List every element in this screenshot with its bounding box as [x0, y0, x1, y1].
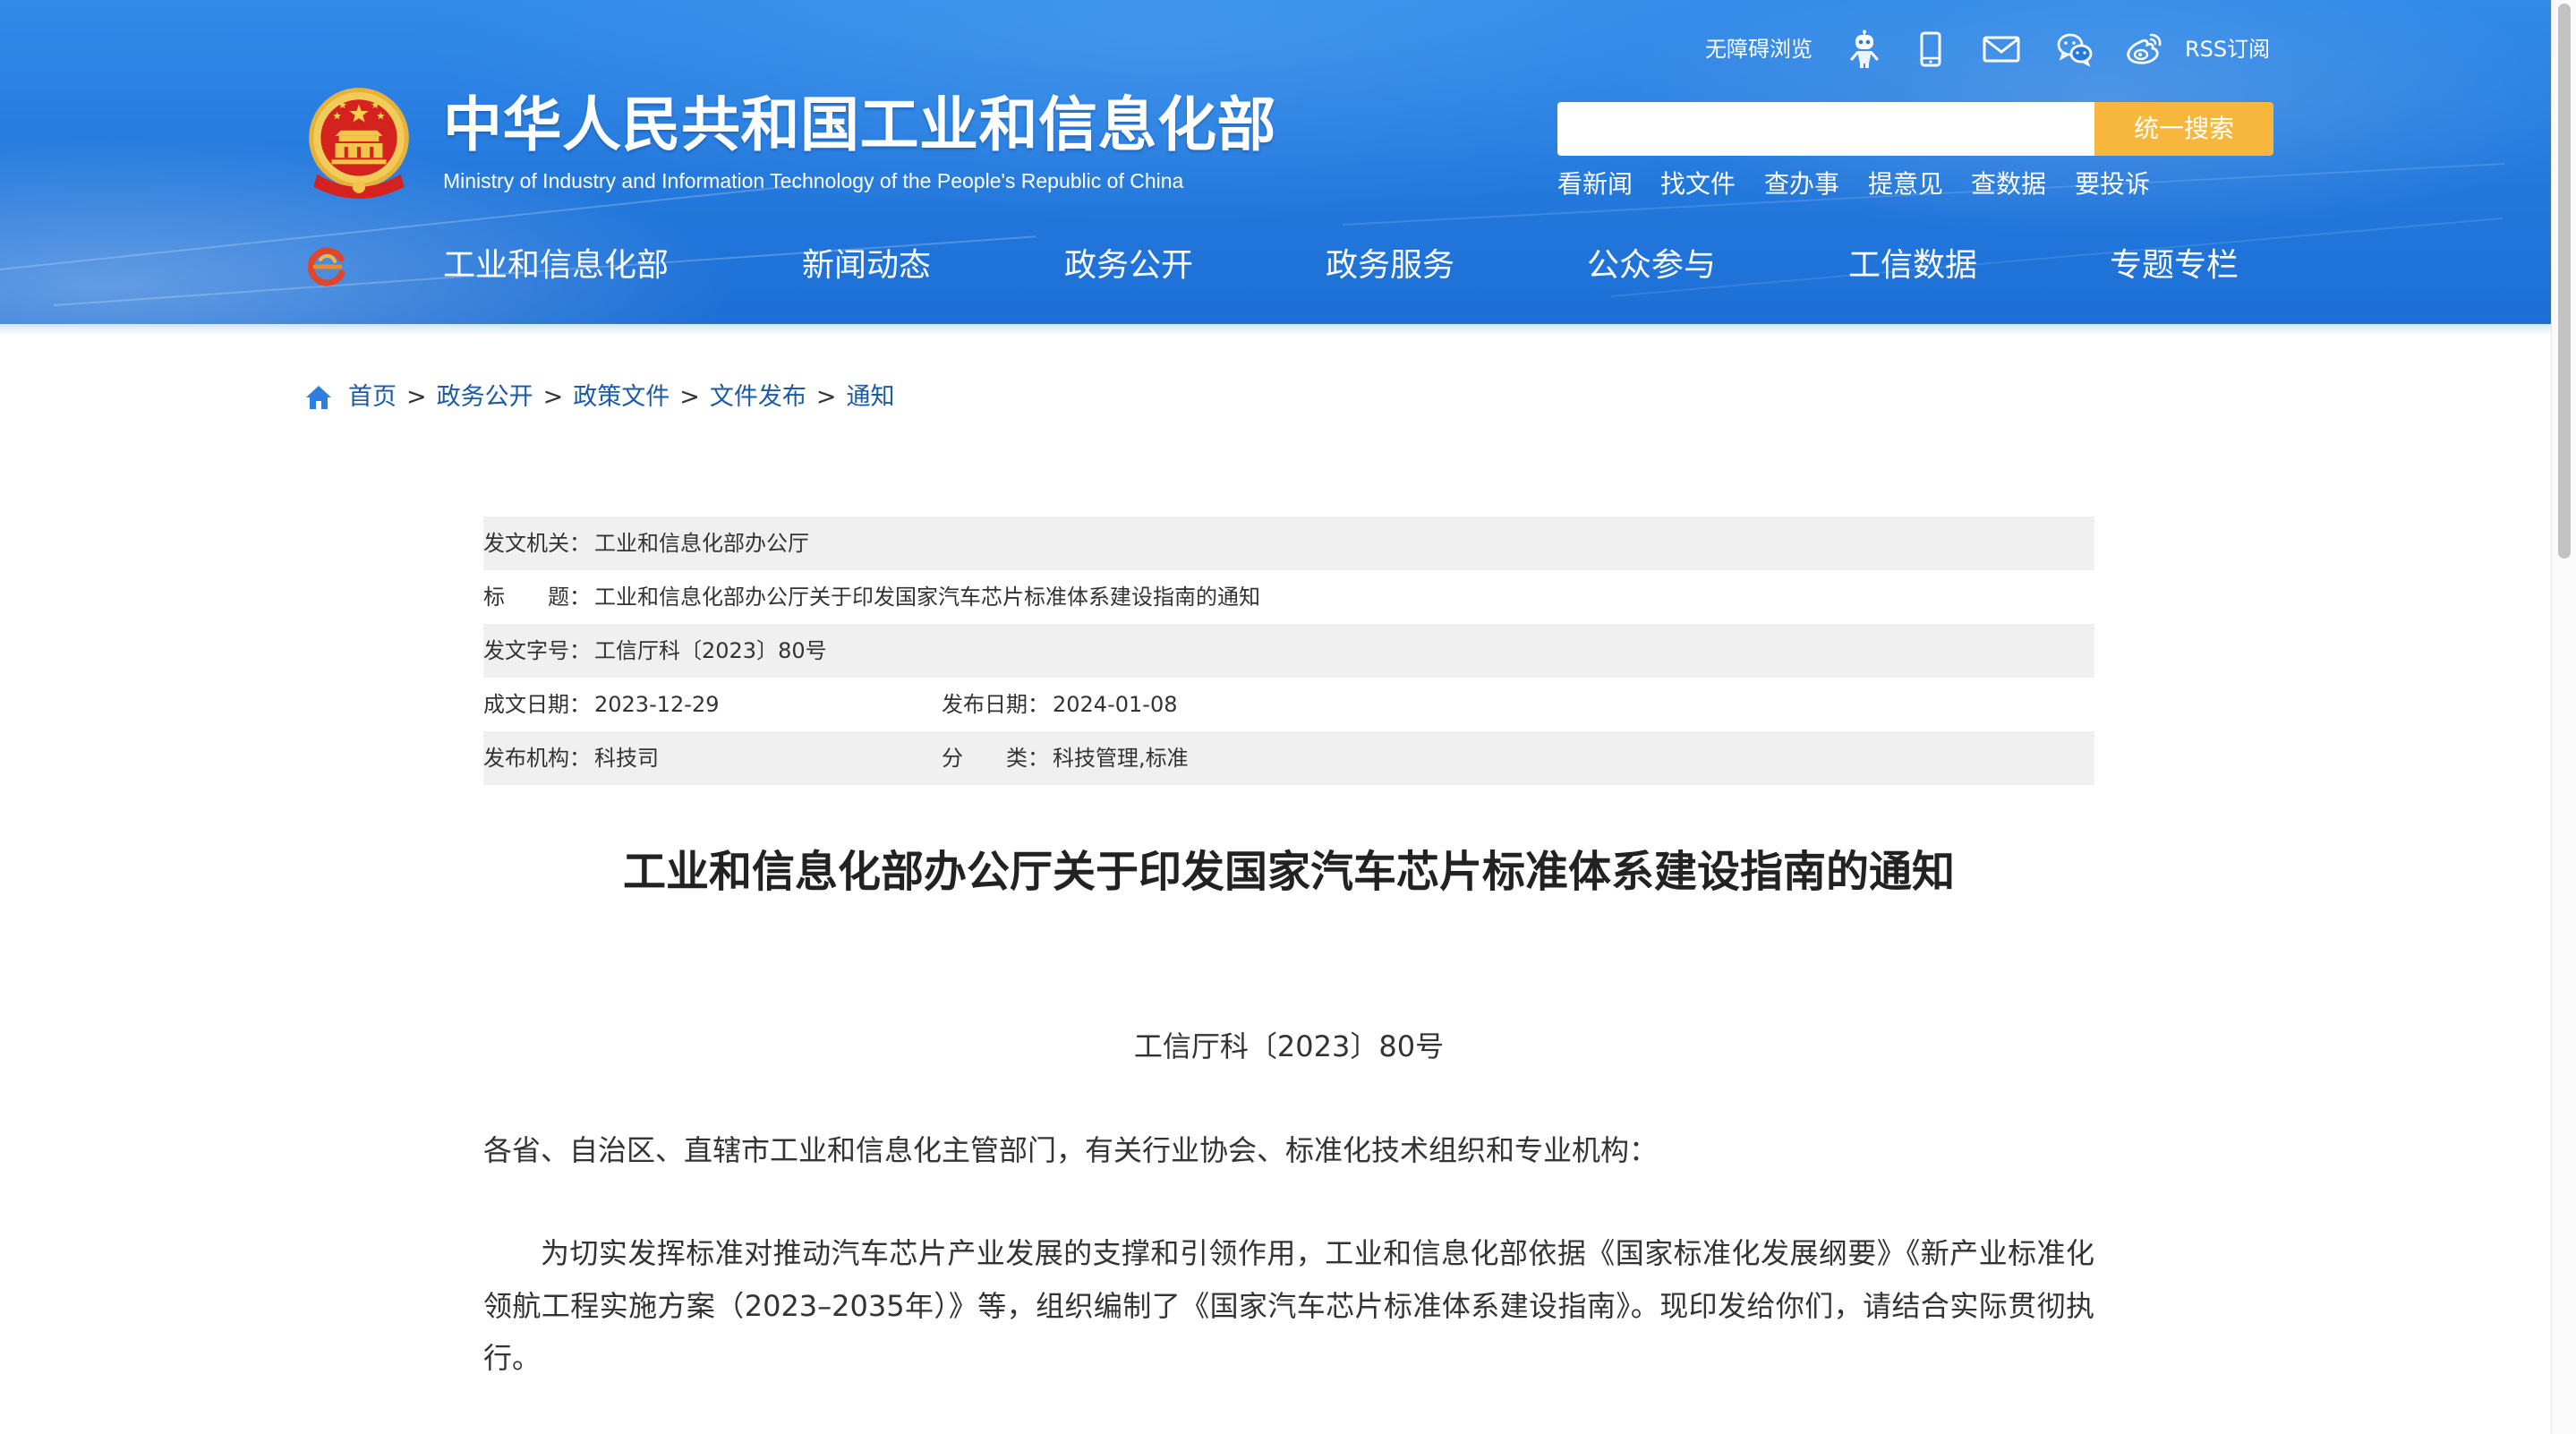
nav-item-news[interactable]: 新闻动态	[802, 246, 931, 286]
page-scrollbar[interactable]	[2551, 0, 2576, 1434]
nav-item-gov-affairs[interactable]: 政务公开	[1064, 246, 1193, 286]
article-salutation: 各省、自治区、直辖市工业和信息化主管部门，有关行业协会、标准化技术组织和专业机构…	[483, 1133, 1659, 1167]
mobile-svg	[1920, 31, 1941, 67]
meta-label: 分 类：	[942, 746, 1049, 771]
document-meta-table: 发文机关： 工业和信息化部办公厅 标 题： 工业和信息化部办公厅关于印发国家汽车…	[483, 516, 2094, 785]
accessibility-link[interactable]: 无障碍浏览	[1705, 34, 1813, 64]
breadcrumb-separator: >	[406, 383, 427, 411]
national-emblem-svg	[309, 88, 409, 199]
meta-row-doc-number: 发文字号： 工信厅科〔2023〕80号	[483, 624, 2094, 678]
quick-link-complaint[interactable]: 要投诉	[2075, 168, 2150, 201]
weibo-svg	[2127, 33, 2162, 64]
breadcrumb-file-release[interactable]: 文件发布	[710, 380, 806, 415]
wechat-svg	[2057, 33, 2093, 67]
meta-value-publish-date: 2024-01-08	[1053, 692, 1178, 717]
meta-label: 发文字号：	[483, 638, 591, 663]
meta-label: 发布机构：	[483, 746, 591, 771]
site-title[interactable]: 中华人民共和国工业和信息化部	[443, 90, 1276, 161]
meta-row-title: 标 题： 工业和信息化部办公厅关于印发国家汽车芯片标准体系建设指南的通知	[483, 570, 2094, 624]
search-button[interactable]: 统一搜索	[2094, 102, 2273, 156]
meta-label: 成文日期：	[483, 692, 591, 717]
quick-link-news[interactable]: 看新闻	[1557, 168, 1633, 201]
meta-label: 发文机关：	[483, 531, 591, 556]
nav-item-public-participation[interactable]: 公众参与	[1587, 246, 1716, 286]
header-decoration	[1610, 217, 2503, 297]
meta-row-publisher: 发布机构： 科技司 分 类： 科技管理,标准	[483, 731, 2094, 785]
breadcrumb-notice[interactable]: 通知	[847, 380, 895, 415]
nav-item-data[interactable]: 工信数据	[1848, 246, 1977, 286]
meta-value-doc-number: 工信厅科〔2023〕80号	[594, 638, 827, 663]
nav-item-special-topics[interactable]: 专题专栏	[2110, 246, 2239, 286]
nav-logo-icon[interactable]	[304, 243, 349, 288]
breadcrumb-policy-files[interactable]: 政策文件	[573, 380, 670, 415]
mail-icon[interactable]	[1982, 30, 2021, 69]
quick-link-services[interactable]: 查办事	[1764, 168, 1839, 201]
quick-link-data[interactable]: 查数据	[1971, 168, 2046, 201]
nav-logo-svg	[307, 247, 345, 286]
site-subtitle: Ministry of Industry and Information Tec…	[443, 169, 1184, 192]
rss-link[interactable]: RSS订阅	[2185, 34, 2270, 64]
home-icon[interactable]	[304, 383, 333, 412]
nav-item-ministry[interactable]: 工业和信息化部	[443, 246, 669, 286]
breadcrumb-separator: >	[542, 383, 564, 411]
header-divider	[0, 324, 2551, 337]
meta-value-title: 工业和信息化部办公厅关于印发国家汽车芯片标准体系建设指南的通知	[594, 585, 1260, 610]
mobile-icon[interactable]	[1911, 30, 1950, 69]
nav-item-gov-services[interactable]: 政务服务	[1326, 246, 1454, 286]
site-header: 中华人民共和国工业和信息化部 Ministry of Industry and …	[0, 0, 2551, 324]
meta-value-publisher: 科技司	[594, 746, 659, 771]
search-input[interactable]	[1557, 102, 2094, 156]
robot-svg	[1850, 30, 1879, 68]
breadcrumb-separator: >	[679, 383, 700, 411]
meta-value-issuer: 工业和信息化部办公厅	[594, 531, 809, 556]
breadcrumb-home[interactable]: 首页	[348, 380, 397, 415]
weibo-icon[interactable]	[2124, 30, 2163, 69]
meta-row-issuer: 发文机关： 工业和信息化部办公厅	[483, 516, 2094, 570]
article-doc-number: 工信厅科〔2023〕80号	[1133, 1029, 1445, 1063]
breadcrumb: 首页 > 政务公开 > 政策文件 > 文件发布 > 通知	[304, 380, 895, 415]
robot-icon[interactable]	[1845, 30, 1884, 69]
page: 中华人民共和国工业和信息化部 Ministry of Industry and …	[0, 0, 2551, 1434]
meta-label: 标 题：	[483, 585, 591, 610]
breadcrumb-gov-affairs[interactable]: 政务公开	[437, 380, 533, 415]
breadcrumb-separator: >	[815, 383, 837, 411]
home-svg	[306, 386, 331, 409]
mail-svg	[1983, 36, 2020, 63]
wechat-icon[interactable]	[2055, 30, 2094, 69]
article-title: 工业和信息化部办公厅关于印发国家汽车芯片标准体系建设指南的通知	[622, 847, 1955, 897]
meta-value-category: 科技管理,标准	[1053, 746, 1189, 771]
meta-label: 发布日期：	[942, 692, 1049, 717]
national-emblem-icon[interactable]	[304, 85, 414, 201]
meta-row-dates: 成文日期： 2023-12-29 发布日期： 2024-01-08	[483, 678, 2094, 731]
quick-link-files[interactable]: 找文件	[1660, 168, 1736, 201]
article-paragraph: 为切实发挥标准对推动汽车芯片产业发展的支撑和引领作用，工业和信息化部依据《国家标…	[483, 1236, 2094, 1375]
meta-value-written-date: 2023-12-29	[594, 692, 720, 717]
quick-link-feedback[interactable]: 提意见	[1868, 168, 1943, 201]
scrollbar-thumb[interactable]	[2558, 4, 2571, 559]
